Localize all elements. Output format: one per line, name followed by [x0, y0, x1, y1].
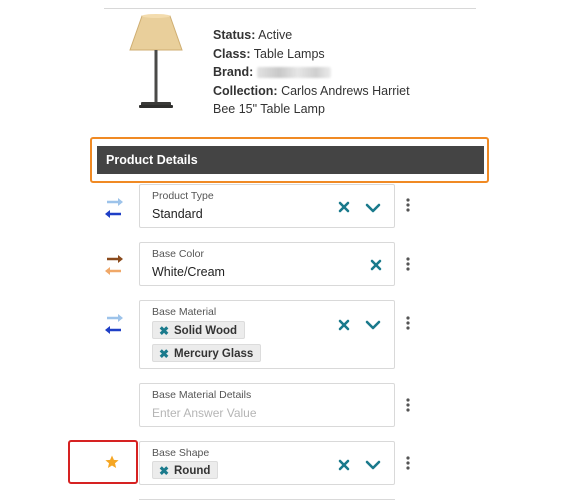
base-material-label: Base Material — [152, 306, 217, 318]
close-icon[interactable] — [337, 200, 351, 214]
kebab-icon[interactable] — [405, 316, 411, 330]
base-material-details-label: Base Material Details — [152, 389, 252, 401]
base-color-field[interactable]: Base Color White/Cream — [139, 242, 395, 286]
remove-chip-icon[interactable]: ✖ — [159, 462, 169, 480]
collection-row: Collection: Carlos Andrews Harriet — [213, 83, 410, 98]
remove-chip-icon[interactable]: ✖ — [159, 322, 169, 340]
required-highlight-box — [68, 440, 138, 484]
brand-value-redacted — [257, 67, 332, 79]
section-header-product-details[interactable]: Product Details — [97, 146, 484, 174]
base-shape-label: Base Shape — [152, 447, 210, 459]
base-shape-field[interactable]: Base Shape ✖ Round — [139, 441, 395, 485]
chip-solid-wood[interactable]: ✖ Solid Wood — [152, 321, 246, 340]
remove-chip-icon[interactable]: ✖ — [159, 345, 169, 363]
kebab-icon[interactable] — [405, 398, 411, 412]
kebab-icon[interactable] — [405, 456, 411, 470]
base-material-field[interactable]: Base Material ✖ Solid Wood ✖ Mercury Glass — [139, 300, 395, 369]
collection-value-line1: Carlos Andrews Harriet — [281, 83, 410, 98]
product-image — [129, 14, 183, 108]
chip-round[interactable]: ✖ Round — [152, 461, 219, 480]
next-field-edge — [139, 499, 395, 500]
product-type-value: Standard — [152, 207, 203, 221]
chevron-down-icon[interactable] — [365, 459, 381, 471]
sync-arrows-icon[interactable] — [105, 253, 123, 277]
status-row: Status: Active — [213, 28, 293, 42]
product-info: Status: Active Class: Table Lamps Brand:… — [213, 26, 410, 119]
star-icon — [105, 455, 119, 468]
product-type-field[interactable]: Product Type Standard — [139, 184, 395, 228]
base-material-details-input[interactable]: Enter Answer Value — [152, 406, 257, 420]
kebab-icon[interactable] — [405, 198, 411, 212]
base-color-value: White/Cream — [152, 265, 225, 279]
sync-arrows-icon[interactable] — [105, 196, 123, 220]
close-icon[interactable] — [369, 258, 383, 272]
top-divider — [104, 8, 476, 9]
kebab-icon[interactable] — [405, 257, 411, 271]
collection-value-line2: Bee 15" Table Lamp — [213, 102, 325, 116]
chip-mercury-glass[interactable]: ✖ Mercury Glass — [152, 344, 262, 363]
brand-row: Brand: — [213, 63, 410, 82]
product-type-label: Product Type — [152, 190, 214, 202]
close-icon[interactable] — [337, 458, 351, 472]
base-color-label: Base Color — [152, 248, 204, 260]
class-value: Table Lamps — [253, 46, 325, 61]
status-value: Active — [258, 28, 293, 42]
chevron-down-icon[interactable] — [365, 202, 381, 214]
sync-arrows-icon[interactable] — [105, 312, 123, 336]
class-row: Class: Table Lamps — [213, 46, 325, 61]
base-material-details-field[interactable]: Base Material Details Enter Answer Value — [139, 383, 395, 427]
close-icon[interactable] — [337, 318, 351, 332]
chevron-down-icon[interactable] — [365, 319, 381, 331]
